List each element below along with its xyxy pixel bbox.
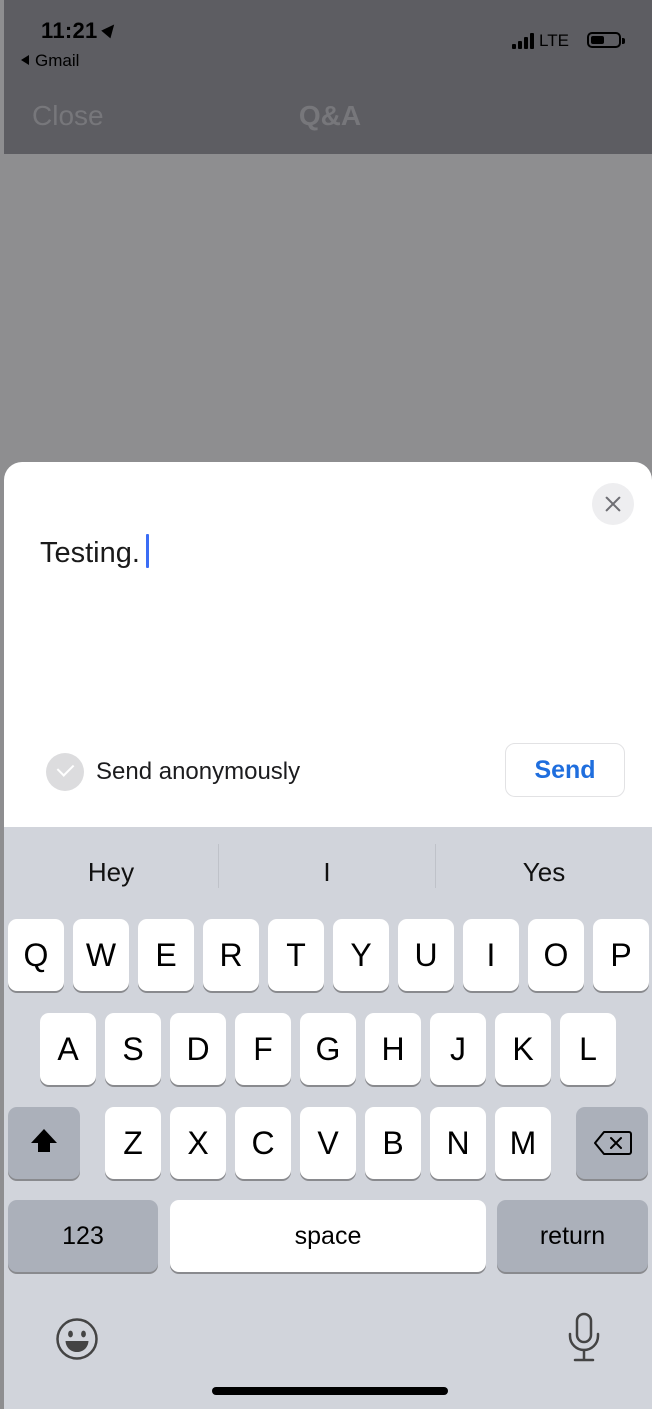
key-t[interactable]: T — [268, 919, 324, 991]
key-i[interactable]: I — [463, 919, 519, 991]
page-title: Q&A — [298, 100, 362, 131]
backspace-key[interactable] — [576, 1107, 648, 1179]
key-p[interactable]: P — [593, 919, 649, 991]
question-input[interactable]: Testing. — [40, 534, 149, 570]
backspace-icon — [594, 1131, 632, 1155]
key-k[interactable]: K — [495, 1013, 551, 1085]
home-indicator[interactable] — [212, 1387, 448, 1395]
location-arrow-icon — [100, 20, 119, 39]
back-to-app-link[interactable]: Gmail — [21, 51, 79, 71]
key-b[interactable]: B — [365, 1107, 421, 1179]
key-y[interactable]: Y — [333, 919, 389, 991]
key-l[interactable]: L — [560, 1013, 616, 1085]
shift-icon — [31, 1129, 57, 1143]
cellular-signal-icon — [512, 32, 536, 49]
suggestion-bar: Hey I Yes — [4, 827, 652, 911]
key-h[interactable]: H — [365, 1013, 421, 1085]
suggestion-item[interactable]: Hey — [4, 857, 218, 888]
key-s[interactable]: S — [105, 1013, 161, 1085]
key-u[interactable]: U — [398, 919, 454, 991]
key-c[interactable]: C — [235, 1107, 291, 1179]
status-bar: 11:21 Gmail LTE — [4, 0, 652, 86]
key-o[interactable]: O — [528, 919, 584, 991]
numbers-key[interactable]: 123 — [8, 1200, 158, 1272]
dismiss-sheet-button[interactable] — [592, 483, 634, 525]
key-g[interactable]: G — [300, 1013, 356, 1085]
key-z[interactable]: Z — [105, 1107, 161, 1179]
suggestion-item[interactable]: I — [219, 857, 435, 888]
space-key[interactable]: space — [170, 1200, 486, 1272]
emoji-icon[interactable] — [55, 1317, 99, 1361]
key-d[interactable]: D — [170, 1013, 226, 1085]
return-key[interactable]: return — [497, 1200, 648, 1272]
key-e[interactable]: E — [138, 919, 194, 991]
key-j[interactable]: J — [430, 1013, 486, 1085]
key-w[interactable]: W — [73, 919, 129, 991]
question-sheet: Testing. Send anonymously Send — [4, 462, 652, 828]
key-m[interactable]: M — [495, 1107, 551, 1179]
microphone-icon[interactable] — [564, 1312, 604, 1364]
shift-key[interactable] — [8, 1107, 80, 1179]
app-screen: 11:21 Gmail LTE Close Q&A Testing. Send … — [4, 0, 652, 1409]
suggestion-item[interactable]: Yes — [436, 857, 652, 888]
nav-bar: Close Q&A — [4, 86, 652, 154]
key-f[interactable]: F — [235, 1013, 291, 1085]
time-label: 11:21 — [41, 18, 98, 43]
key-a[interactable]: A — [40, 1013, 96, 1085]
text-caret — [145, 534, 149, 568]
network-type: LTE — [539, 31, 569, 50]
back-triangle-icon — [21, 55, 29, 65]
battery-icon — [587, 32, 625, 48]
send-button[interactable]: Send — [505, 743, 625, 797]
back-app-label: Gmail — [35, 51, 80, 70]
status-time: 11:21 — [41, 18, 119, 44]
key-r[interactable]: R — [203, 919, 259, 991]
keyboard: Hey I Yes Q W E R T Y U I O P A S D F G … — [4, 827, 652, 1409]
key-n[interactable]: N — [430, 1107, 486, 1179]
key-q[interactable]: Q — [8, 919, 64, 991]
key-v[interactable]: V — [300, 1107, 356, 1179]
key-x[interactable]: X — [170, 1107, 226, 1179]
anonymous-label[interactable]: Send anonymously — [96, 758, 300, 786]
question-text: Testing. — [40, 537, 140, 569]
anonymous-checkbox[interactable] — [46, 753, 84, 791]
